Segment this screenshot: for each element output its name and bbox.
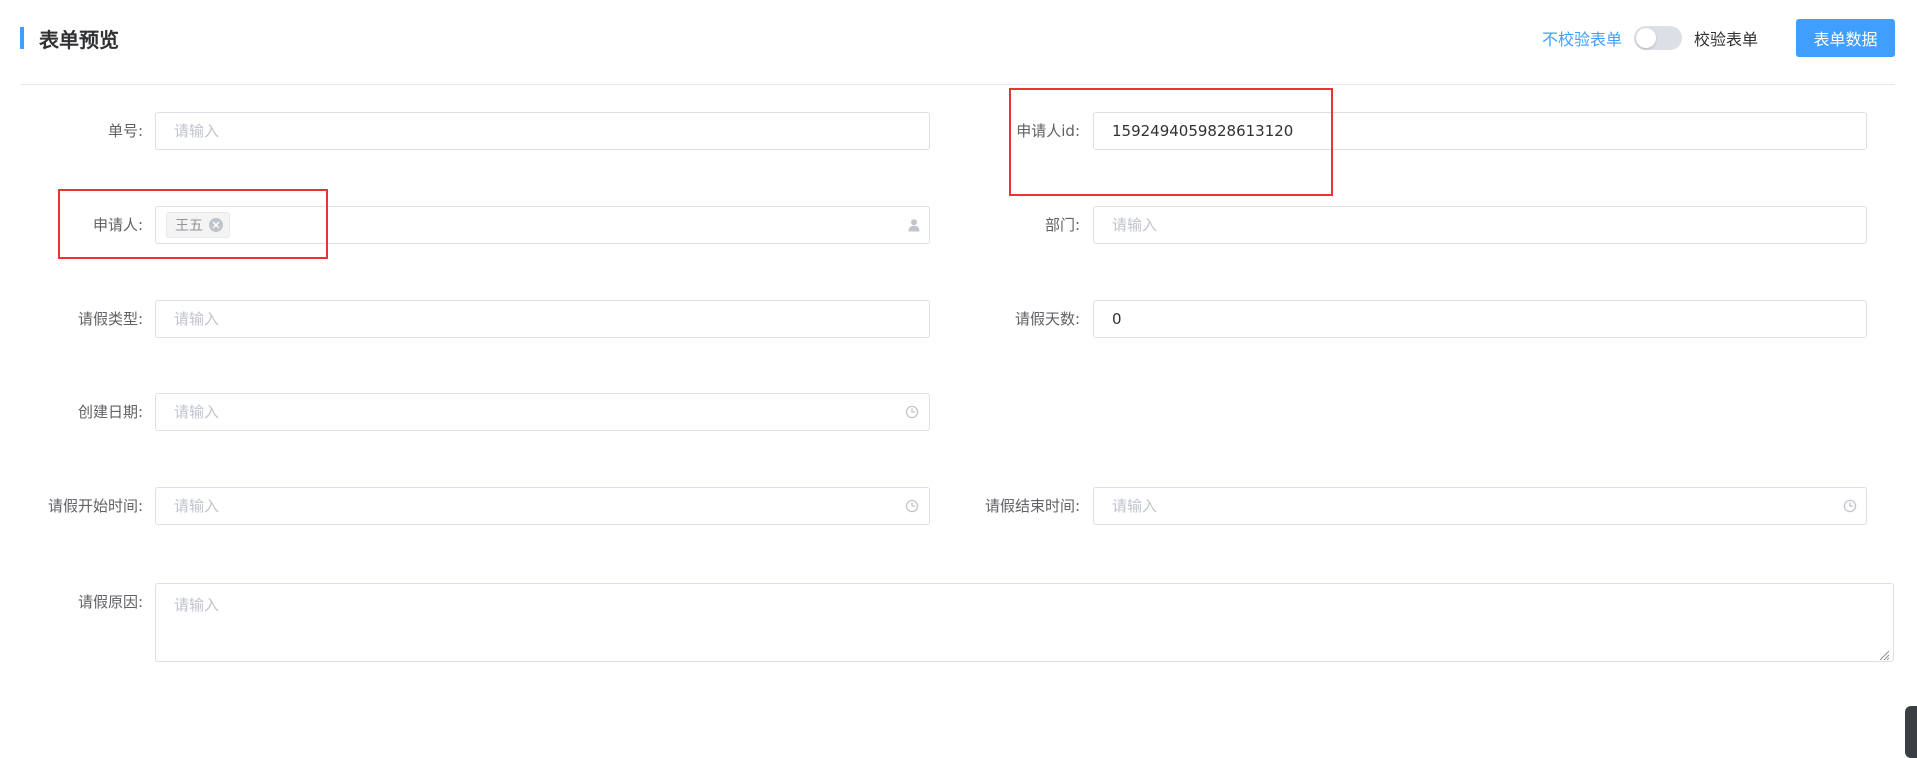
form-row-6: 请假原因: [0, 583, 1917, 663]
create-date-label: 创建日期: [77, 403, 143, 421]
applicant-id-input[interactable] [1093, 112, 1867, 150]
form-row-5: 请假开始时间: 请假结束时间: [0, 487, 1917, 525]
page-title: 表单预览 [39, 28, 119, 52]
close-circle-icon[interactable] [209, 218, 223, 232]
validation-switch-group: 不校验表单 校验表单 表单数据 [1542, 19, 1895, 57]
leave-days-label: 请假天数: [1014, 310, 1080, 328]
applicant-tag: 王五 [166, 212, 230, 238]
department-label: 部门: [1044, 216, 1080, 234]
applicant-id-label: 申请人id: [1016, 122, 1080, 140]
validation-toggle[interactable] [1633, 26, 1682, 50]
form-data-button[interactable]: 表单数据 [1796, 19, 1895, 57]
department-input[interactable] [1093, 206, 1867, 244]
leave-days-input[interactable] [1093, 300, 1867, 338]
user-icon[interactable] [906, 206, 922, 244]
clock-icon[interactable] [904, 487, 920, 525]
scrollbar-handle[interactable] [1905, 706, 1917, 758]
leave-reason-label: 请假原因: [77, 593, 143, 611]
applicant-tag-text: 王五 [175, 218, 203, 234]
leave-end-input[interactable] [1093, 487, 1867, 525]
resize-grip-icon[interactable] [1876, 646, 1890, 661]
applicant-label: 申请人: [92, 216, 143, 234]
leave-start-input[interactable] [155, 487, 930, 525]
clock-icon[interactable] [1842, 487, 1858, 525]
leave-type-input[interactable] [155, 300, 930, 338]
leave-end-label: 请假结束时间: [984, 497, 1080, 515]
switch-label-validate[interactable]: 校验表单 [1694, 26, 1758, 50]
switch-label-no-validate[interactable]: 不校验表单 [1542, 26, 1622, 50]
toggle-knob [1635, 28, 1656, 48]
leave-start-label: 请假开始时间: [47, 497, 143, 515]
create-date-input[interactable] [155, 393, 930, 431]
title-accent-bar [20, 27, 24, 49]
leave-type-label: 请假类型: [77, 310, 143, 328]
leave-reason-textarea[interactable] [155, 583, 1894, 662]
applicant-select[interactable]: 王五 [155, 206, 930, 244]
order-no-input[interactable] [155, 112, 930, 150]
order-no-label: 单号: [107, 122, 143, 140]
form-row-4: 创建日期: [0, 393, 1917, 431]
form-row-1: 单号: 申请人id: [0, 112, 1917, 150]
form-row-3: 请假类型: 请假天数: [0, 300, 1917, 338]
page-header: 表单预览 不校验表单 校验表单 表单数据 [20, 0, 1895, 85]
clock-icon[interactable] [904, 393, 920, 431]
form-row-2: 申请人: 王五 部门: [0, 206, 1917, 244]
